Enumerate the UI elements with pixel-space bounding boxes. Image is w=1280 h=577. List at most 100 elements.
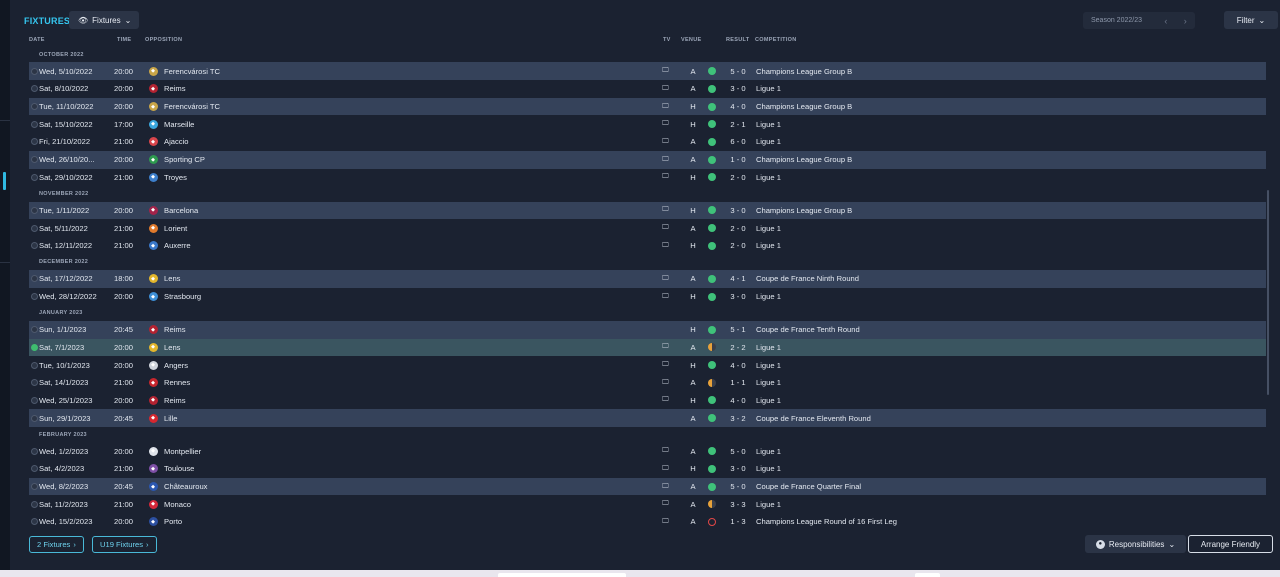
taskbar-tab[interactable] [498, 573, 626, 577]
fixture-row[interactable]: Sun, 29/1/2023 20:45 ◆ Lille A 3 - 2 Coupe de … [29, 409, 1266, 427]
col-tv[interactable]: TV [663, 37, 671, 43]
opposition-link[interactable]: Lens [164, 339, 180, 357]
season-selector[interactable]: Season 2022/23 ‹ › [1083, 12, 1195, 29]
fixture-result[interactable]: 1 - 3 [729, 513, 747, 531]
fixture-row[interactable]: Sat, 14/1/2023 21:00 ◆ Rennes 🖵 A 1 - 1 Ligue 1 [29, 374, 1266, 392]
fixture-result[interactable]: 3 - 0 [729, 288, 747, 306]
view-selector-button[interactable]: 👁 Fixtures ⌄ [69, 11, 139, 29]
fixture-result[interactable]: 4 - 0 [729, 392, 747, 410]
fixture-result[interactable]: 3 - 0 [729, 202, 747, 220]
fixture-result[interactable]: 3 - 3 [729, 495, 747, 513]
filter-button[interactable]: Filter ⌄ [1224, 11, 1278, 29]
fixture-row[interactable]: Sat, 11/2/2023 21:00 ◆ Monaco 🖵 A 3 - 3 Ligue 1 [29, 495, 1266, 513]
fixture-competition[interactable]: Champions League Group B [756, 98, 852, 116]
opposition-link[interactable]: Châteauroux [164, 478, 207, 496]
fixture-row[interactable]: Tue, 1/11/2022 20:00 ◆ Barcelona 🖵 H 3 - 0 Cham… [29, 201, 1266, 220]
fixture-competition[interactable]: Coupe de France Ninth Round [756, 270, 859, 288]
fixture-competition[interactable]: Ligue 1 [756, 339, 781, 357]
opposition-link[interactable]: Ajaccio [164, 133, 188, 151]
fixture-competition[interactable]: Ligue 1 [756, 495, 781, 513]
fixture-result[interactable]: 4 - 0 [729, 356, 747, 374]
fixture-result[interactable]: 3 - 0 [729, 80, 747, 98]
opposition-link[interactable]: Rennes [164, 374, 190, 392]
fixture-row[interactable]: Wed, 15/2/2023 20:00 ◆ Porto 🖵 A 1 - 3 Champion… [29, 513, 1266, 531]
chevron-left-icon[interactable]: ‹ [1156, 16, 1175, 26]
fixture-result[interactable]: 3 - 0 [729, 460, 747, 478]
opposition-link[interactable]: Lille [164, 409, 178, 427]
arrange-friendly-button[interactable]: Arrange Friendly [1188, 535, 1273, 553]
fixture-competition[interactable]: Ligue 1 [756, 80, 781, 98]
col-competition[interactable]: COMPETITION [755, 37, 797, 43]
fixture-result[interactable]: 2 - 0 [729, 237, 747, 255]
fixture-row[interactable]: Sat, 8/10/2022 20:00 ◆ Reims 🖵 A 3 - 0 Ligue 1 [29, 80, 1266, 98]
u19-fixtures-button[interactable]: U19 Fixtures › [92, 536, 157, 553]
fixture-competition[interactable]: Champions League Group B [756, 202, 852, 220]
opposition-link[interactable]: Ferencvárosi TC [164, 62, 220, 80]
fixtures-link-button[interactable]: 2 Fixtures › [29, 536, 84, 553]
fixture-competition[interactable]: Ligue 1 [756, 356, 781, 374]
fixture-row[interactable]: Sun, 1/1/2023 20:45 ◆ Reims H 5 - 1 Coupe de F… [29, 320, 1266, 339]
fixture-competition[interactable]: Ligue 1 [756, 460, 781, 478]
fixture-row[interactable]: Wed, 28/12/2022 20:00 ◆ Strasbourg 🖵 H 3 - 0 Li… [29, 288, 1266, 306]
fixture-row[interactable]: Sat, 5/11/2022 21:00 ◆ Lorient 🖵 A 2 - 0 Ligue … [29, 219, 1266, 237]
fixture-row[interactable]: Sat, 7/1/2023 20:00 ◆ Lens 🖵 A 2 - 2 Ligue 1 [29, 338, 1266, 357]
fixture-row[interactable]: Sat, 4/2/2023 21:00 ◆ Toulouse 🖵 H 3 - 0 Ligue … [29, 460, 1266, 478]
fixture-row[interactable]: Tue, 10/1/2023 20:00 ◆ Angers 🖵 H 4 - 0 Ligue 1 [29, 356, 1266, 374]
fixture-competition[interactable]: Champions League Round of 16 First Leg [756, 513, 897, 531]
taskbar-tab[interactable] [915, 573, 940, 577]
fixture-competition[interactable]: Ligue 1 [756, 133, 781, 151]
fixture-result[interactable]: 4 - 1 [729, 270, 747, 288]
opposition-link[interactable]: Reims [164, 321, 186, 339]
fixture-competition[interactable]: Coupe de France Tenth Round [756, 321, 860, 339]
opposition-link[interactable]: Marseille [164, 115, 194, 133]
fixture-competition[interactable]: Ligue 1 [756, 442, 781, 460]
fixture-competition[interactable]: Champions League Group B [756, 62, 852, 80]
opposition-link[interactable]: Auxerre [164, 237, 191, 255]
opposition-link[interactable]: Reims [164, 80, 186, 98]
fixture-row[interactable]: Wed, 26/10/20... 20:00 ◆ Sporting CP 🖵 A 1 - 0… [29, 150, 1266, 169]
fixture-row[interactable]: Tue, 11/10/2022 20:00 ◆ Ferencvárosi TC 🖵 H 4 … [29, 97, 1266, 116]
fixture-competition[interactable]: Ligue 1 [756, 169, 781, 187]
fixture-row[interactable]: Sat, 12/11/2022 21:00 ◆ Auxerre 🖵 H 2 - 0 Ligue… [29, 237, 1266, 255]
chevron-right-icon[interactable]: › [1176, 16, 1195, 26]
opposition-link[interactable]: Angers [164, 356, 188, 374]
fixture-competition[interactable]: Champions League Group B [756, 151, 852, 169]
fixture-row[interactable]: Wed, 1/2/2023 20:00 ◆ Montpellier 🖵 A 5 - 0 Lig… [29, 442, 1266, 460]
opposition-link[interactable]: Montpellier [164, 442, 201, 460]
fixture-result[interactable]: 2 - 1 [729, 115, 747, 133]
fixture-result[interactable]: 5 - 0 [729, 478, 747, 496]
opposition-link[interactable]: Monaco [164, 495, 191, 513]
opposition-link[interactable]: Barcelona [164, 202, 198, 220]
fixture-result[interactable]: 2 - 2 [729, 339, 747, 357]
fixture-competition[interactable]: Ligue 1 [756, 115, 781, 133]
fixture-row[interactable]: Wed, 8/2/2023 20:45 ◆ Châteauroux 🖵 A 5 - 0 Cou… [29, 477, 1266, 496]
opposition-link[interactable]: Sporting CP [164, 151, 205, 169]
col-venue[interactable]: VENUE [681, 37, 701, 43]
opposition-link[interactable]: Strasbourg [164, 288, 201, 306]
fixture-result[interactable]: 5 - 1 [729, 321, 747, 339]
fixture-competition[interactable]: Coupe de France Quarter Final [756, 478, 861, 496]
fixture-row[interactable]: Sat, 15/10/2022 17:00 ◆ Marseille 🖵 H 2 - 1 Lig… [29, 115, 1266, 133]
col-time[interactable]: TIME [117, 37, 131, 43]
col-result[interactable]: RESULT [726, 37, 749, 43]
fixture-result[interactable]: 5 - 0 [729, 442, 747, 460]
fixture-competition[interactable]: Ligue 1 [756, 288, 781, 306]
fixture-competition[interactable]: Ligue 1 [756, 219, 781, 237]
opposition-link[interactable]: Reims [164, 392, 186, 410]
fixture-competition[interactable]: Ligue 1 [756, 374, 781, 392]
fixture-result[interactable]: 4 - 0 [729, 98, 747, 116]
col-opposition[interactable]: OPPOSITION [145, 37, 182, 43]
fixture-result[interactable]: 5 - 0 [729, 62, 747, 80]
fixture-competition[interactable]: Ligue 1 [756, 237, 781, 255]
fixture-row[interactable]: Fri, 21/10/2022 21:00 ◆ Ajaccio 🖵 A 6 - 0 Ligue… [29, 133, 1266, 151]
fixture-result[interactable]: 1 - 0 [729, 151, 747, 169]
opposition-link[interactable]: Lorient [164, 219, 187, 237]
fixture-competition[interactable]: Coupe de France Eleventh Round [756, 409, 871, 427]
fixture-row[interactable]: Wed, 25/1/2023 20:00 ◆ Reims 🖵 H 4 - 0 Ligue 1 [29, 392, 1266, 410]
opposition-link[interactable]: Porto [164, 513, 182, 531]
fixture-result[interactable]: 2 - 0 [729, 169, 747, 187]
fixture-result[interactable]: 3 - 2 [729, 409, 747, 427]
fixture-row[interactable]: Sat, 29/10/2022 21:00 ◆ Troyes 🖵 H 2 - 0 Ligue … [29, 169, 1266, 187]
scrollbar[interactable] [1267, 190, 1269, 395]
responsibilities-button[interactable]: ● Responsibilities ⌄ [1085, 535, 1186, 553]
